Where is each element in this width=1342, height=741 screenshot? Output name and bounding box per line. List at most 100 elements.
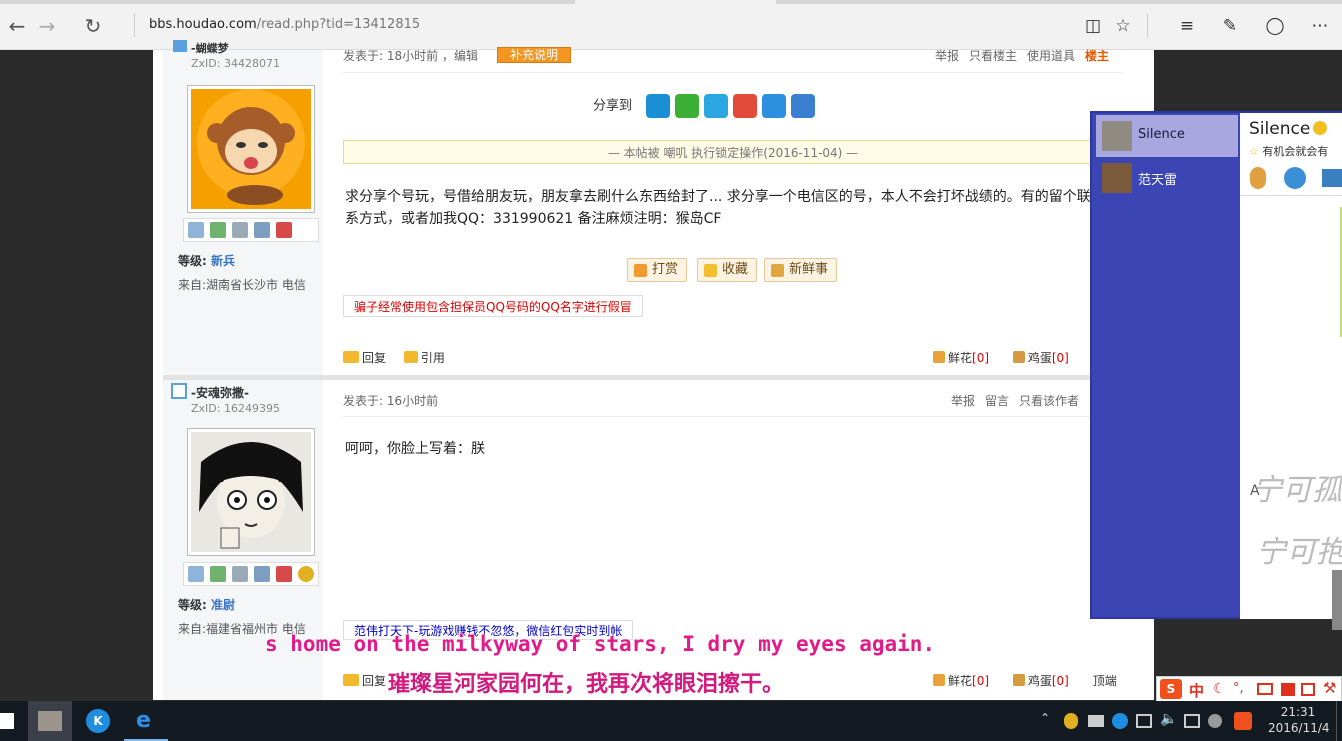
system-clock[interactable]: 21:31 2016/11/4	[1268, 704, 1330, 736]
hub-icon[interactable]: ≡	[1172, 12, 1202, 40]
address-bar[interactable]: bbs.houdao.com/read.php?tid=13412815	[134, 13, 674, 37]
qq-tray-icon[interactable]	[1064, 713, 1078, 729]
wrench-icon[interactable]: ⚒	[1323, 679, 1336, 697]
search-posts-icon[interactable]	[232, 566, 248, 582]
post2-avatar[interactable]	[187, 428, 315, 556]
quote-link[interactable]: 引用	[403, 351, 445, 365]
wechat-share-icon[interactable]	[675, 94, 700, 118]
forward-arrow-icon[interactable]: →	[32, 12, 62, 40]
tieba-share-icon[interactable]	[791, 94, 816, 118]
close-circle-icon[interactable]	[1208, 714, 1222, 728]
lock-notice: — 本帖被 嘲叽 执行锁定操作(2016-11-04) —	[343, 140, 1123, 164]
reply-link[interactable]: 回复	[343, 351, 386, 365]
clock-date: 2016/11/4	[1268, 721, 1330, 735]
tab-strip	[0, 0, 575, 4]
sogou-tray-icon[interactable]	[1234, 712, 1252, 730]
battery-icon[interactable]	[1088, 715, 1104, 727]
divider	[1240, 195, 1342, 196]
flower-link[interactable]: 鲜花[0]	[933, 351, 989, 365]
more-icon[interactable]: ⋯	[1305, 12, 1335, 40]
post2-username[interactable]: -安魂弥撒-	[191, 384, 249, 401]
use-tool-link[interactable]: 使用道具	[1027, 49, 1075, 63]
tip-button[interactable]: 打赏	[627, 258, 688, 282]
moon-icon[interactable]: ☾	[1213, 681, 1226, 697]
anime-boy-avatar-icon	[199, 442, 303, 549]
show-hidden-icons[interactable]: ⌃	[1040, 711, 1050, 725]
kugou-icon: K	[86, 709, 110, 733]
font-button[interactable]: A	[1250, 483, 1260, 499]
web-note-icon[interactable]: ✎	[1215, 12, 1245, 40]
blocks-icon[interactable]	[276, 566, 292, 582]
add-friend-icon[interactable]	[210, 222, 226, 238]
search-posts-icon[interactable]	[232, 222, 248, 238]
skin-icon[interactable]	[1281, 683, 1295, 696]
post1-avatar[interactable]	[187, 85, 315, 213]
weibo-share-icon[interactable]	[733, 94, 758, 118]
refresh-icon[interactable]: ↻	[78, 12, 108, 40]
punctuation-icon[interactable]: °,	[1233, 681, 1244, 696]
fresh-label: 新鲜事	[789, 262, 829, 277]
egg-link[interactable]: 鸡蛋[0]	[1012, 351, 1069, 365]
blocks-icon[interactable]	[276, 222, 292, 238]
level-value: 新兵	[211, 254, 236, 268]
taskbar-app-thumbnail[interactable]	[28, 701, 72, 741]
fresh-news-button[interactable]: 新鲜事	[764, 258, 838, 282]
add-friend-icon[interactable]	[210, 566, 226, 582]
taskbar-edge[interactable]: e	[124, 701, 168, 741]
flower-label: 鲜花	[948, 674, 973, 688]
qq-share-icon[interactable]	[646, 94, 671, 118]
favorite-share-icon[interactable]	[762, 94, 787, 118]
star-icon	[704, 264, 717, 277]
qzone-share-icon[interactable]	[704, 94, 729, 118]
microphone-icon[interactable]	[1250, 167, 1266, 189]
back-to-top-link[interactable]: 顶端	[1093, 674, 1117, 688]
egg-label: 鸡蛋	[1027, 351, 1052, 365]
share-icon[interactable]: ◯	[1260, 12, 1290, 40]
profile-card-icon[interactable]	[254, 566, 270, 582]
report-link[interactable]: 举报	[935, 49, 959, 63]
qq-contact-silence[interactable]: Silence	[1096, 115, 1238, 157]
kugou-tray-icon[interactable]	[1112, 713, 1128, 729]
post1-zxid: ZxID: 34428071	[191, 57, 280, 70]
floor-label: 楼主	[1085, 49, 1110, 63]
qq-contact-fantianlei[interactable]: 范天雷	[1096, 157, 1238, 199]
keyboard-icon[interactable]	[1257, 683, 1273, 695]
only-op-link[interactable]: 只看楼主	[969, 49, 1017, 63]
ime-mode-toggle[interactable]: 中	[1189, 680, 1204, 701]
qq-penguin-icon[interactable]	[298, 566, 314, 582]
edit-link[interactable]: ，编辑	[442, 49, 478, 63]
post1-body: 发表于: 18小时前 ，编辑 补充说明 举报 只看楼主 使用道具 楼主 分享到 — 本…	[325, 47, 1125, 375]
screen-share-icon[interactable]	[1322, 169, 1342, 187]
report-link[interactable]: 举报	[951, 394, 975, 408]
side-scroll-widget[interactable]	[1332, 570, 1342, 630]
profile-card-icon[interactable]	[254, 222, 270, 238]
post1-username[interactable]: -蝴蝶梦	[191, 40, 229, 56]
post1-time: 发表于: 18小时前 ，编辑	[343, 47, 478, 64]
favorite-star-icon[interactable]: ☆	[1108, 12, 1138, 40]
supplement-button[interactable]: 补充说明	[497, 47, 572, 63]
message-link[interactable]: 留言	[985, 394, 1009, 408]
chat-contact-name: Silence	[1249, 119, 1311, 139]
sogou-logo-icon[interactable]: S	[1160, 679, 1182, 699]
show-desktop-button[interactable]	[1336, 701, 1337, 741]
taskbar-kugou[interactable]: K	[76, 701, 120, 741]
level-value: 准尉	[211, 598, 236, 612]
network-icon[interactable]	[1136, 714, 1152, 728]
notifications-icon[interactable]	[1184, 714, 1200, 728]
post2-reply-link[interactable]: 回复	[343, 672, 386, 689]
flower-link[interactable]: 鲜花[0]	[933, 674, 989, 688]
toolbox-icon[interactable]	[1301, 683, 1315, 696]
share-label: 分享到	[593, 98, 633, 114]
volume-icon[interactable]: 🔈	[1160, 711, 1177, 727]
contact-name: Silence	[1138, 127, 1185, 142]
mail-icon[interactable]	[188, 566, 204, 582]
egg-link[interactable]: 鸡蛋[0]	[1012, 674, 1069, 688]
only-author-link[interactable]: 只看该作者	[1019, 394, 1079, 408]
back-arrow-icon[interactable]: ←	[2, 12, 32, 40]
subtitle-english: s home on the milkyway of stars, I dry m…	[265, 632, 936, 656]
reading-view-icon[interactable]: ◫	[1078, 12, 1108, 40]
post2-content: 呵呵，你脸上写着：朕	[345, 441, 485, 457]
favorite-button[interactable]: 收藏	[697, 258, 758, 282]
camera-icon[interactable]	[1284, 167, 1306, 189]
mail-icon[interactable]	[188, 222, 204, 238]
